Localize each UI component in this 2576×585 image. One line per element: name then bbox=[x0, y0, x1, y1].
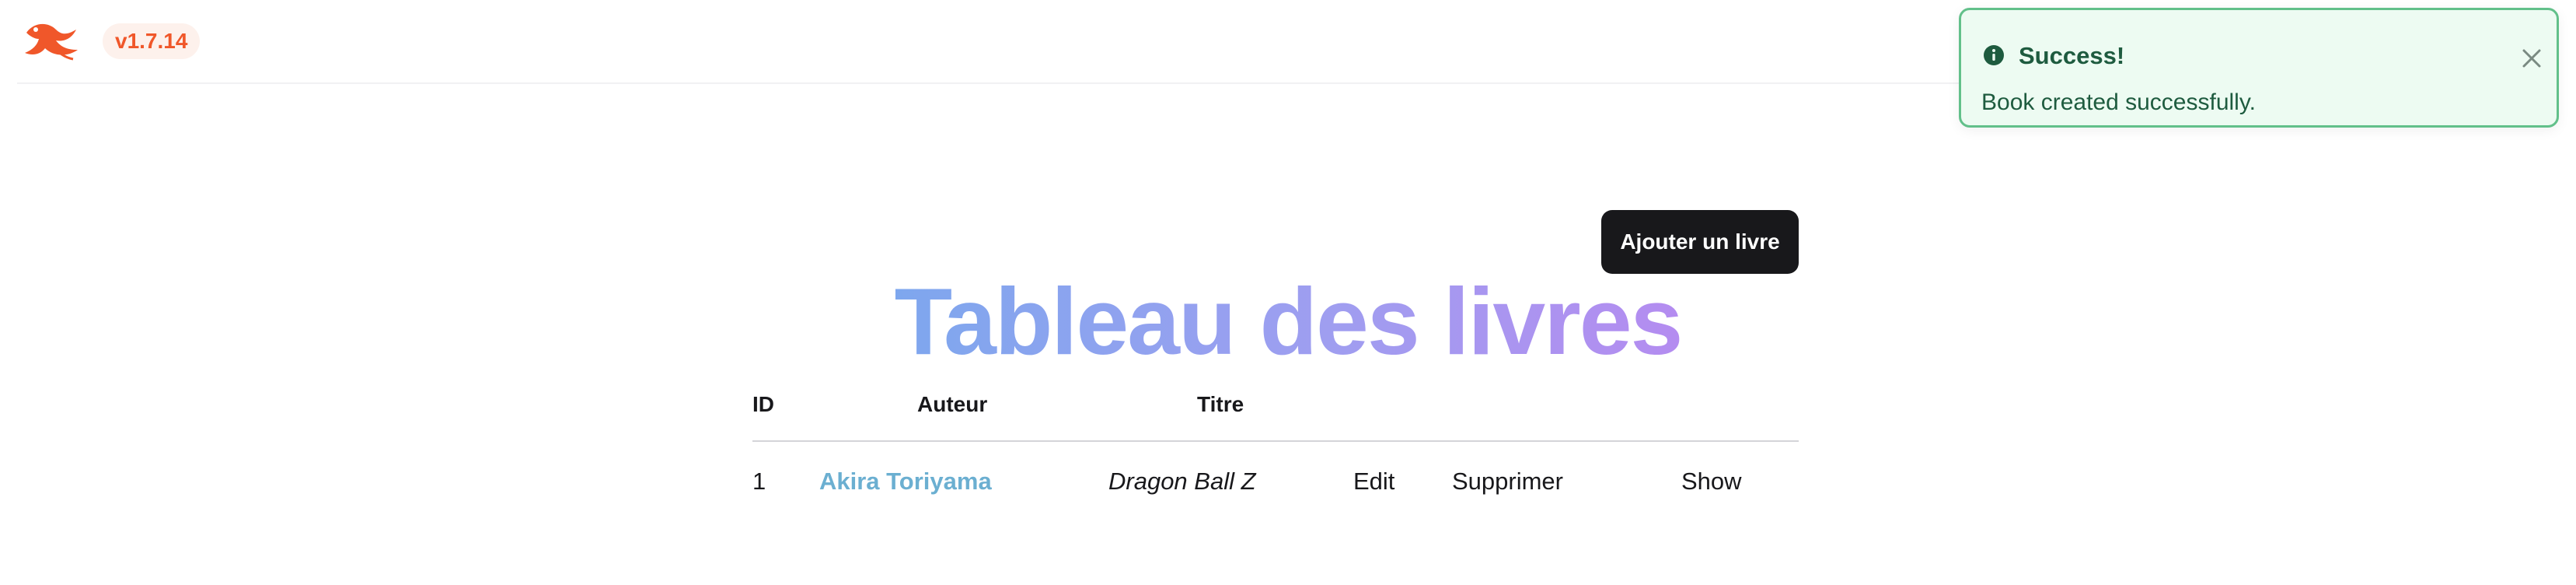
column-header-author: Auteur bbox=[917, 392, 988, 416]
close-icon[interactable] bbox=[2515, 41, 2549, 75]
edit-link[interactable]: Edit bbox=[1353, 465, 1394, 498]
book-id-cell: 1 bbox=[752, 468, 766, 495]
delete-link[interactable]: Supprimer bbox=[1452, 465, 1563, 498]
show-link[interactable]: Show bbox=[1681, 465, 1742, 498]
flash-title: Success! bbox=[2019, 42, 2125, 69]
flash-message: Book created successfully. bbox=[1981, 89, 2256, 115]
table-header-divider bbox=[752, 440, 1799, 442]
version-badge[interactable]: v1.7.14 bbox=[103, 23, 201, 59]
book-title-cell: Dragon Ball Z bbox=[1108, 468, 1256, 495]
column-header-id: ID bbox=[752, 392, 774, 416]
flash-success-toast[interactable]: Success! Book created successfully. bbox=[1959, 8, 2559, 128]
page-title: Tableau des livres bbox=[0, 269, 2576, 373]
info-icon bbox=[1984, 45, 2004, 65]
page-title-text: Tableau des livres bbox=[894, 268, 1684, 374]
column-header-title: Titre bbox=[1197, 392, 1244, 416]
add-book-button[interactable]: Ajouter un livre bbox=[1601, 210, 1799, 274]
phoenix-logo-icon[interactable] bbox=[22, 19, 81, 62]
author-link[interactable]: Akira Toriyama bbox=[819, 465, 992, 498]
